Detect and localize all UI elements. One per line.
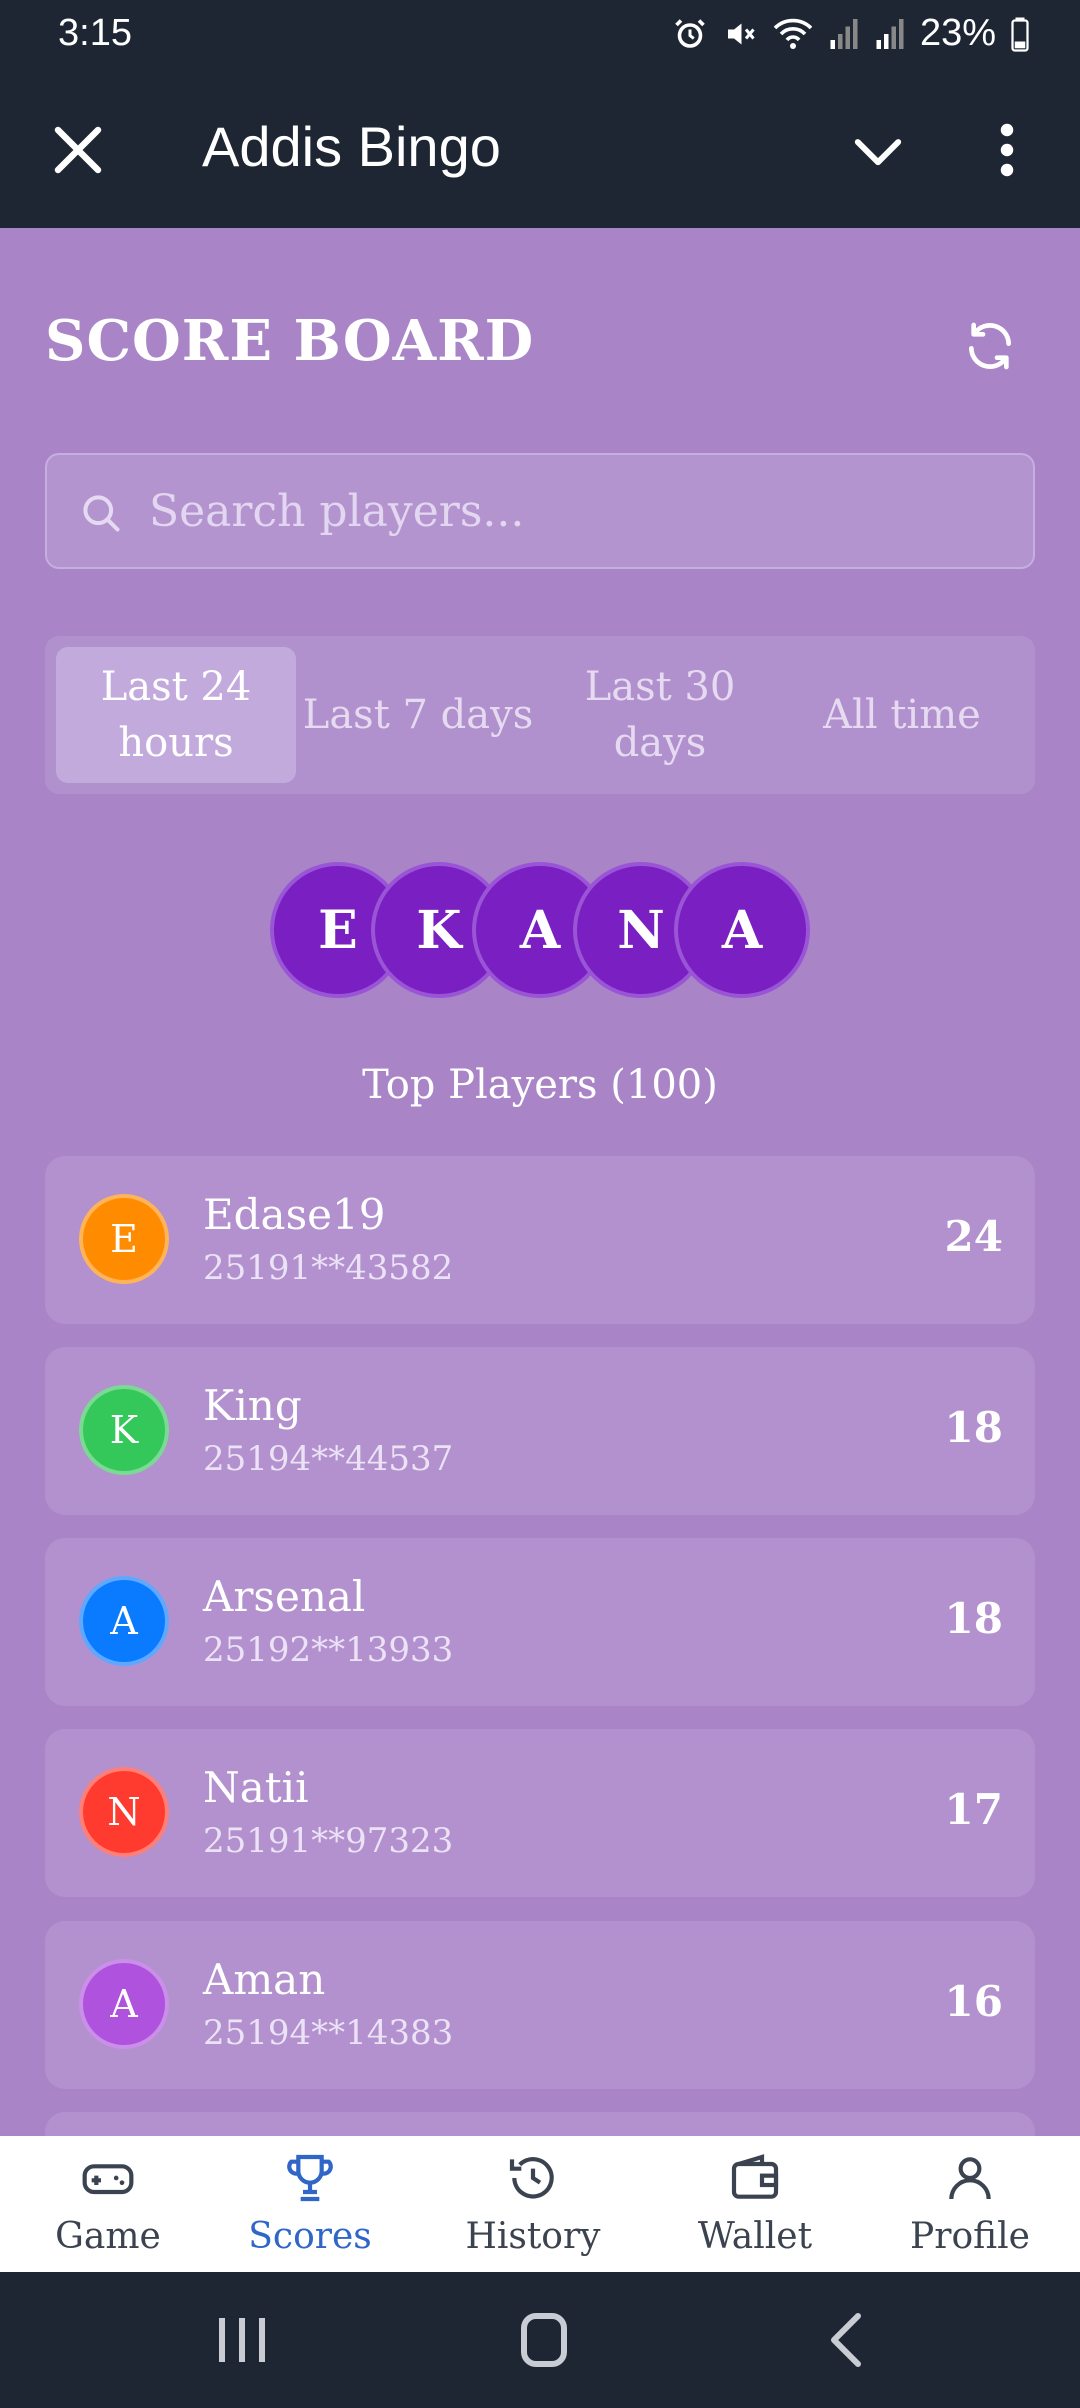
tab-last-30-days[interactable]: Last 30 days [540,647,780,783]
player-phone: 25194**44537 [203,1439,454,1479]
player-name: Aman [203,1955,326,2004]
tab-all-time[interactable]: All time [782,647,1022,783]
search-box [45,453,1035,569]
avatar: K [79,1385,169,1475]
nav-history[interactable]: History [425,2136,641,2272]
trophy-icon [287,2154,333,2202]
top-players-label: Top Players (100) [362,1062,718,1108]
player-score: 16 [944,1977,1003,2026]
player-row[interactable]: N Natii 25191**97323 17 [45,1729,1035,1897]
nav-label: Scores [248,2216,372,2257]
chevron-down-icon[interactable] [848,124,908,178]
history-icon [509,2157,554,2199]
player-name: Arsenal [203,1572,366,1621]
status-time: 3:15 [58,12,132,54]
avatar: A [79,1576,169,1666]
player-score: 18 [944,1403,1003,1452]
player-row[interactable]: A Arsenal 25192**13933 18 [45,1538,1035,1706]
signal-icon-2 [876,18,904,49]
player-score: 17 [944,1785,1003,1834]
player-phone: 25194**14383 [203,2013,454,2053]
player-name: Edase19 [203,1190,386,1239]
player-name: Natii [203,1763,309,1812]
scoreboard-page: SCORE BOARD Last 24 hours Last 7 days La… [0,228,1080,2136]
nav-game[interactable]: Game [0,2136,216,2272]
nav-label: History [465,2216,601,2257]
player-score: 18 [944,1594,1003,1643]
alarm-icon [675,18,705,48]
profile-icon [949,2157,991,2200]
back-icon[interactable] [806,2310,886,2370]
player-row[interactable]: A Aman 25194**14383 16 [45,1921,1035,2089]
time-range-tabs: Last 24 hours Last 7 days Last 30 days A… [45,636,1035,794]
tab-last-24-hours[interactable]: Last 24 hours [56,647,296,783]
player-score: 24 [944,1212,1003,1261]
player-row-partial[interactable] [45,2112,1035,2136]
nav-wallet[interactable]: Wallet [647,2136,863,2272]
avatar: N [79,1767,169,1857]
signal-icon [830,18,858,49]
bottom-nav: Game Scores History Wallet Profile [0,2136,1080,2272]
more-vertical-icon[interactable] [992,120,1022,180]
search-icon [83,495,120,532]
avatar: A [79,1959,169,2049]
system-nav-bar [0,2272,1080,2408]
player-name: King [203,1381,302,1430]
top-initials: E K A N A [270,862,810,998]
mute-icon [727,23,755,44]
refresh-icon[interactable] [962,318,1018,374]
search-input[interactable] [149,455,1009,567]
nav-scores[interactable]: Scores [202,2136,418,2272]
close-icon[interactable] [48,120,108,180]
initial-circle: A [674,862,810,998]
battery-icon [1011,17,1029,52]
wallet-icon [731,2154,779,2199]
gamepad-icon [82,2164,134,2195]
status-icons: 23% [672,12,1030,55]
nav-profile[interactable]: Profile [862,2136,1078,2272]
page-title: SCORE BOARD [45,308,535,374]
app-title: Addis Bingo [202,115,501,178]
player-row[interactable]: E Edase19 25191**43582 24 [45,1156,1035,1324]
home-icon[interactable] [504,2310,584,2370]
nav-label: Game [55,2216,161,2257]
player-phone: 25191**97323 [203,1821,454,1861]
status-bar: 3:15 23% [0,0,1080,70]
battery-percent: 23% [919,12,996,54]
nav-label: Wallet [697,2216,813,2257]
tab-last-7-days[interactable]: Last 7 days [298,647,538,783]
wifi-icon [773,18,813,49]
app-header: Addis Bingo [0,70,1080,228]
recent-apps-icon[interactable] [202,2310,282,2370]
player-phone: 25192**13933 [203,1630,454,1670]
player-row[interactable]: K King 25194**44537 18 [45,1347,1035,1515]
nav-label: Profile [910,2216,1030,2257]
player-phone: 25191**43582 [203,1248,454,1288]
avatar: E [79,1194,169,1284]
